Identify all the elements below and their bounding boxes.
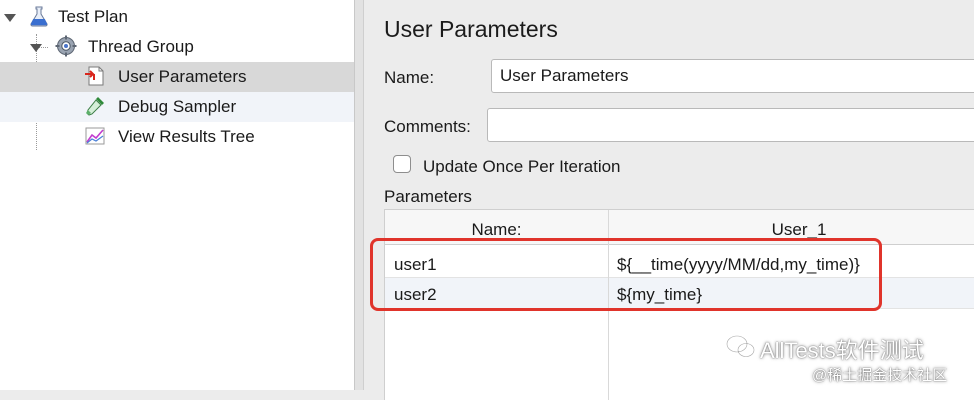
thread-group-gear-icon — [55, 35, 77, 57]
tree-item-label: Debug Sampler — [118, 97, 237, 116]
user-parameters-icon — [85, 66, 104, 86]
tree-item-debug-sampler[interactable]: Debug Sampler — [0, 92, 354, 122]
tree-item-label: User Parameters — [118, 67, 247, 86]
tree-item-label: Thread Group — [88, 37, 194, 56]
tree-item-user-parameters[interactable]: User Parameters — [0, 62, 354, 92]
tree-item-test-plan[interactable]: Test Plan — [0, 2, 354, 32]
test-plan-flask-icon — [30, 6, 48, 27]
tree-item-thread-group[interactable]: Thread Group — [0, 32, 354, 62]
tree-item-view-results-tree[interactable]: View Results Tree — [0, 122, 354, 152]
comments-label: Comments: — [384, 117, 471, 136]
watermark-brand: AllTests软件测试 — [760, 338, 924, 363]
update-once-checkbox[interactable] — [393, 155, 411, 173]
tree-item-label: Test Plan — [58, 7, 128, 26]
test-plan-tree[interactable]: Test Plan Thread Group User Parameters D… — [0, 0, 355, 390]
pane-splitter[interactable] — [355, 0, 364, 390]
view-results-tree-icon — [85, 127, 105, 145]
highlight-annotation-box — [370, 238, 882, 311]
comments-field[interactable] — [487, 108, 974, 142]
expand-toggle-icon[interactable] — [30, 44, 42, 52]
debug-sampler-pipette-icon — [86, 97, 104, 116]
wechat-logo-icon — [726, 335, 755, 358]
user-parameters-panel: User Parameters Name: Comments: Update O… — [364, 0, 974, 400]
name-field[interactable] — [491, 59, 974, 93]
name-label: Name: — [384, 68, 435, 87]
watermark-site: @稀土掘金技术社区 — [812, 367, 948, 384]
update-once-label: Update Once Per Iteration — [423, 157, 621, 176]
parameters-label: Parameters — [384, 187, 472, 206]
tree-item-label: View Results Tree — [118, 127, 255, 146]
expand-toggle-icon[interactable] — [4, 14, 16, 22]
page-title: User Parameters — [384, 16, 558, 42]
